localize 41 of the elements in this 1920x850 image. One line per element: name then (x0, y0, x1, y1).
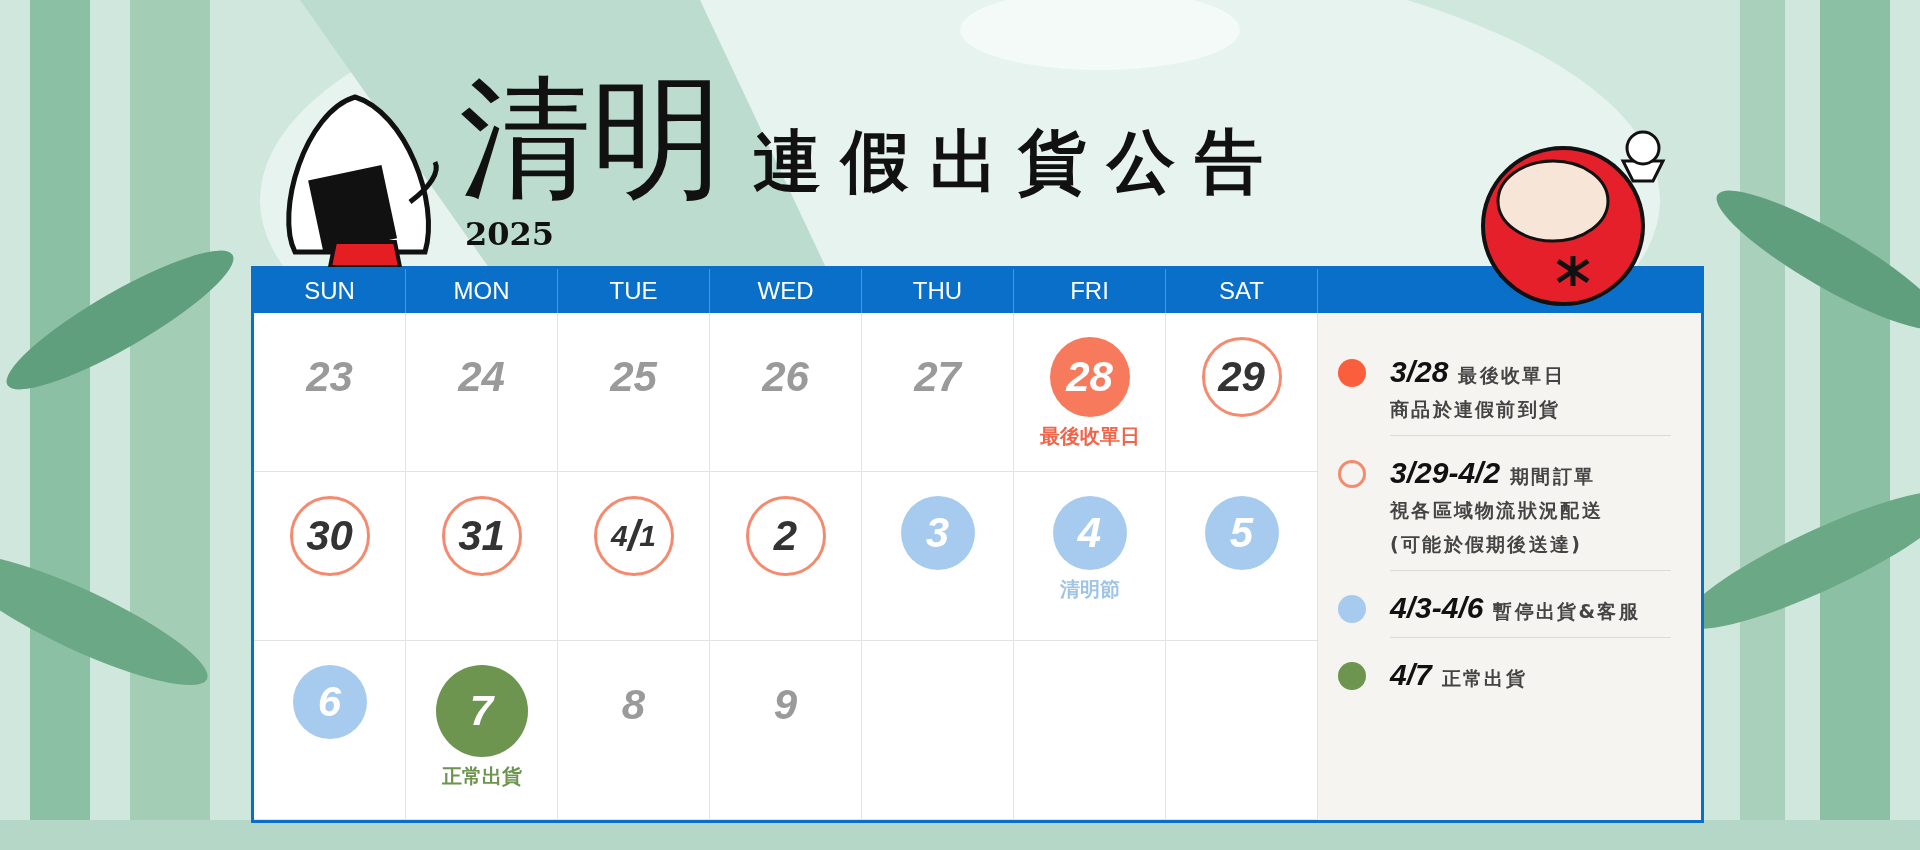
day-number: 24 (456, 352, 506, 402)
day-marker: 6 (292, 665, 367, 739)
title-text: 清明 (459, 63, 723, 215)
weekday-header: TUE (558, 269, 710, 313)
legend-label: 正常出貨 (1441, 666, 1527, 691)
day-number: 26 (760, 352, 810, 402)
day-marker: 5 (1204, 496, 1279, 570)
day-note: 正常出貨 (441, 763, 522, 790)
day-marker: 7 (435, 665, 528, 757)
legend-label: 最後收單日 (1458, 363, 1565, 388)
subtitle-text: 連假出貨公告 (753, 128, 1284, 203)
legend-detail: (可能於假期後送達) (1390, 532, 1584, 557)
day-marker: 31 (441, 496, 522, 576)
day-number: 8 (620, 680, 647, 730)
day-number: 25 (608, 352, 659, 402)
legend-date: 4/3-4/6 (1390, 591, 1484, 625)
weekday-header: SUN (254, 269, 406, 313)
day-number: 23 (304, 352, 354, 402)
weekday-header: WED (710, 269, 862, 313)
day-number: 27 (912, 352, 964, 402)
weekday-header: FRI (1014, 269, 1166, 313)
day-marker: 3 (900, 496, 975, 570)
year-text: 2025 (465, 216, 556, 252)
legend-date: 4/7 (1390, 658, 1432, 692)
weekday-header: SAT (1166, 269, 1318, 313)
legend-date: 3/29-4/2 (1390, 456, 1501, 490)
day-marker: 4 (1052, 496, 1127, 570)
day-note: 最後收單日 (1039, 423, 1140, 450)
legend-detail: 視各區域物流狀況配送 (1390, 498, 1604, 523)
legend-label: 期間訂單 (1510, 464, 1596, 489)
day-note: 清明節 (1059, 576, 1120, 603)
day-marker: 29 (1201, 337, 1282, 417)
day-marker: 30 (289, 496, 370, 576)
day-number: 9 (772, 680, 799, 730)
weekday-header: MON (406, 269, 558, 313)
day-marker: 2 (745, 496, 826, 576)
legend-label: 暫停出貨&客服 (1493, 599, 1640, 624)
weekday-header: THU (862, 269, 1014, 313)
legend-date: 3/28 (1390, 355, 1449, 389)
day-marker: 28 (1049, 337, 1130, 417)
legend-detail: 商品於連假前到貨 (1390, 397, 1562, 422)
